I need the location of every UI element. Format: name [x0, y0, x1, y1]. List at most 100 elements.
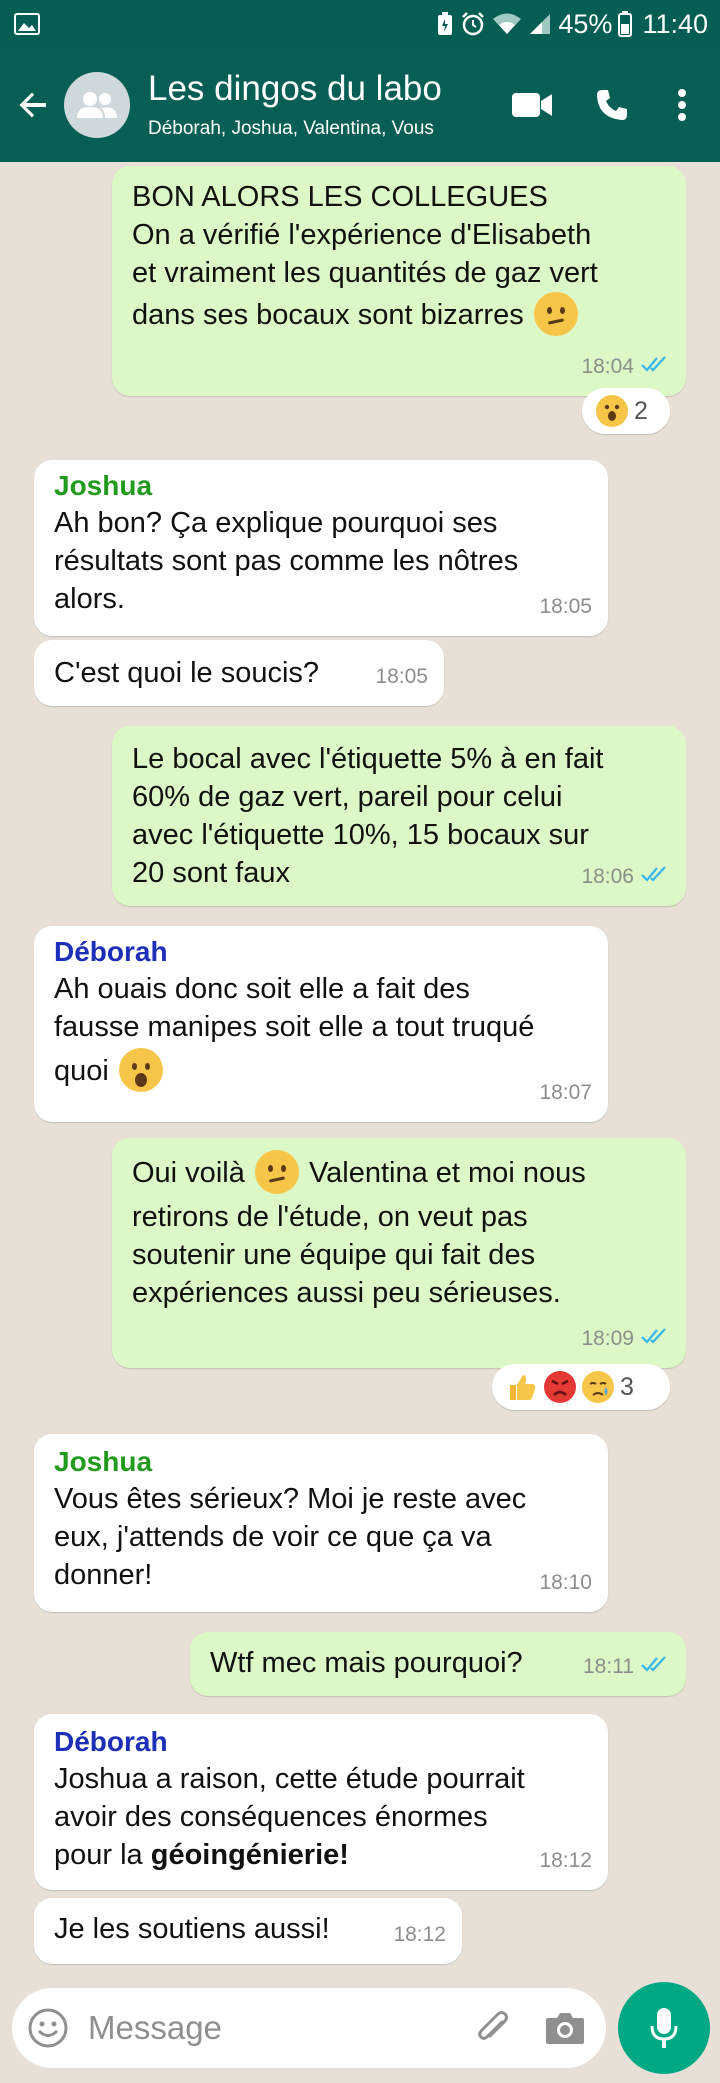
message-incoming[interactable]: Déborah Joshua a raison, cette étude pou… [34, 1714, 608, 1890]
message-time: 18:10 [539, 1571, 592, 1594]
message-time: 18:09 [581, 1327, 634, 1350]
attach-icon[interactable] [474, 2008, 514, 2048]
message-meta: 18:06 [581, 858, 670, 896]
message-reactions[interactable]: 2 [582, 388, 670, 434]
message-time: 18:12 [539, 1849, 592, 1872]
phone-icon[interactable] [572, 65, 652, 145]
chat-title-block[interactable]: Les dingos du labo Déborah, Joshua, Vale… [148, 68, 492, 142]
message-meta: 18:07 [539, 1074, 592, 1112]
hushed-face-emoji [118, 1048, 163, 1093]
message-outgoing[interactable]: BON ALORS LES COLLEGUES On a vérifié l'e… [112, 166, 686, 396]
confused-face-emoji [533, 292, 578, 337]
message-line: quoi [54, 1048, 590, 1093]
chat-title: Les dingos du labo [148, 69, 442, 108]
message-line: expériences aussi peu sérieuses. [132, 1277, 561, 1310]
sender-name: Déborah [54, 936, 168, 967]
message-time: 18:04 [581, 355, 634, 378]
message-line-text: pour la [54, 1839, 143, 1871]
reaction-count: 3 [620, 1372, 634, 1401]
sender-name: Déborah [54, 1726, 168, 1757]
wifi-icon [492, 10, 522, 38]
message-line: avoir des conséquences énormes [54, 1801, 488, 1833]
confused-face-emoji [254, 1150, 299, 1195]
clock: 11:40 [642, 8, 708, 39]
message-meta: 18:11 [583, 1648, 670, 1686]
message-outgoing[interactable]: Le bocal avec l'étiquette 5% à en fait 6… [112, 726, 686, 906]
double-check-icon [640, 1320, 670, 1358]
message-line: 60% de gaz vert, pareil pour celui [132, 781, 563, 813]
message-line-text: dans ses bocaux sont bizarres [132, 299, 524, 331]
battery-icon [618, 10, 633, 38]
battery-saver-icon [436, 10, 454, 38]
group-avatar-icon[interactable] [64, 72, 130, 138]
message-time: 18:12 [393, 1923, 446, 1946]
sender-name: Joshua [54, 470, 153, 501]
message-meta: 18:09 [581, 1320, 670, 1358]
video-call-icon[interactable] [492, 65, 572, 145]
message-line: Oui voilà Valentina et moi nous [132, 1150, 668, 1195]
message-time: 18:11 [583, 1655, 634, 1678]
emoji-icon[interactable] [26, 2006, 70, 2050]
message-time: 18:07 [539, 1081, 592, 1104]
message-line-text: Oui voilà [132, 1157, 245, 1189]
message-incoming[interactable]: C'est quoi le soucis? 18:05 [34, 640, 444, 706]
mic-icon[interactable] [618, 1982, 710, 2074]
message-reactions[interactable]: 3 [492, 1364, 670, 1410]
message-line: eux, j'attends de voir ce que ça va [54, 1521, 492, 1553]
sender-name: Joshua [54, 1446, 153, 1477]
message-line: soutenir une équipe qui fait des [132, 1239, 536, 1272]
message-incoming[interactable]: Je les soutiens aussi! 18:12 [34, 1898, 462, 1964]
message-meta: 18:12 [393, 1916, 446, 1954]
message-line: Ah ouais donc soit elle a fait des [54, 973, 470, 1005]
message-line: On a vérifié l'expérience d'Elisabeth [132, 219, 592, 251]
thumbs-up-emoji [506, 1371, 538, 1403]
message-line: C'est quoi le soucis? [54, 657, 320, 689]
signal-icon [528, 10, 552, 38]
message-time: 18:05 [375, 665, 428, 688]
message-line-text: quoi [54, 1055, 109, 1087]
message-input[interactable]: Message [88, 2009, 474, 2047]
message-line: avec l'étiquette 10%, 15 bocaux sur [132, 819, 589, 851]
message-meta: 18:05 [539, 588, 592, 626]
message-incoming[interactable]: Joshua Vous êtes sérieux? Moi je reste a… [34, 1434, 608, 1612]
message-line: et vraiment les quantités de gaz vert [132, 257, 598, 289]
message-outgoing[interactable]: Wtf mec mais pourquoi? 18:11 [190, 1632, 686, 1696]
double-check-icon [640, 858, 670, 896]
chat-header: Les dingos du labo Déborah, Joshua, Vale… [0, 48, 720, 162]
double-check-icon [640, 1648, 670, 1686]
message-line: donner! [54, 1559, 153, 1591]
double-check-icon [640, 348, 670, 386]
message-incoming[interactable]: Joshua Ah bon? Ça explique pourquoi ses … [34, 460, 608, 636]
message-composer[interactable]: Message [12, 1988, 606, 2068]
message-line-bold-text: géoingénierie! [150, 1839, 349, 1871]
message-line: dans ses bocaux sont bizarres [132, 292, 668, 337]
message-line: Vous êtes sérieux? Moi je reste avec [54, 1483, 527, 1515]
message-line: Je les soutiens aussi! [54, 1913, 330, 1945]
chat-area[interactable]: BON ALORS LES COLLEGUES On a vérifié l'e… [0, 162, 720, 1970]
message-line: BON ALORS LES COLLEGUES [132, 181, 548, 213]
chat-members: Déborah, Joshua, Valentina, Vous [148, 118, 434, 139]
message-line-text: Valentina et moi nous [308, 1157, 586, 1189]
back-arrow-icon[interactable] [6, 75, 62, 135]
message-time: 18:05 [539, 595, 592, 618]
surprised-face-emoji [596, 395, 628, 427]
sad-tear-face-emoji [582, 1371, 614, 1403]
message-line: fausse manipes soit elle a tout truqué [54, 1011, 535, 1043]
message-line: résultats sont pas comme les nôtres [54, 545, 519, 577]
message-meta: 18:05 [375, 658, 428, 696]
battery-percent: 45% [558, 8, 613, 39]
message-line: Ah bon? Ça explique pourquoi ses [54, 507, 498, 539]
message-incoming[interactable]: Déborah Ah ouais donc soit elle a fait d… [34, 926, 608, 1122]
reaction-count: 2 [634, 396, 648, 425]
more-vert-icon[interactable] [652, 65, 712, 145]
camera-icon[interactable] [544, 2010, 586, 2046]
message-meta: 18:12 [539, 1842, 592, 1880]
message-line: retirons de l'étude, on veut pas [132, 1201, 528, 1234]
message-line: alors. [54, 583, 125, 615]
angry-face-emoji [544, 1371, 576, 1403]
status-bar: 45% 11:40 [0, 0, 720, 48]
gallery-notification-icon [14, 10, 40, 38]
message-line: pour la géoingénierie! [54, 1836, 590, 1874]
message-meta: 18:04 [581, 348, 670, 386]
message-outgoing[interactable]: Oui voilà Valentina et moi nous retirons… [112, 1138, 686, 1368]
